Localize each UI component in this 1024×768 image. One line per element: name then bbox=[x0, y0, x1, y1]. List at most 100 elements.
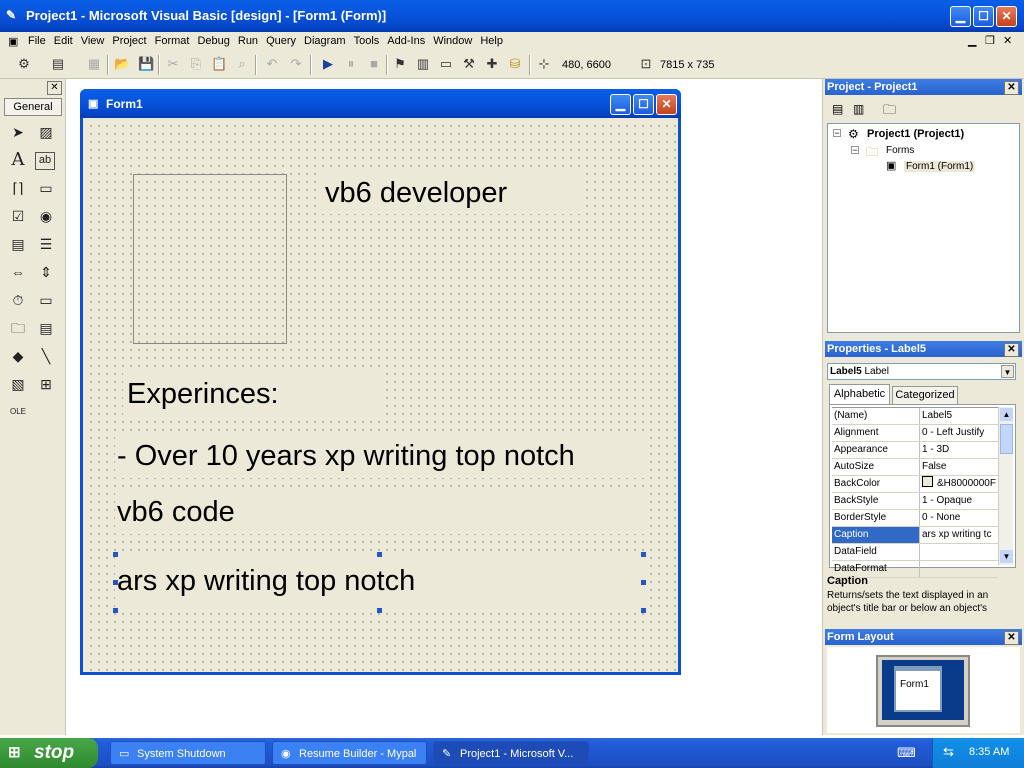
tab-categorized[interactable]: Categorized bbox=[892, 386, 958, 404]
resize-handle-mr[interactable] bbox=[641, 580, 646, 585]
resize-handle-ml[interactable] bbox=[113, 580, 118, 585]
resize-handle-tl[interactable] bbox=[113, 552, 118, 557]
properties-panel-close-button[interactable]: ✕ bbox=[1004, 343, 1019, 357]
redo-icon[interactable]: ↷ bbox=[288, 56, 304, 72]
view-code-icon[interactable]: ▤ bbox=[832, 102, 843, 116]
property-value[interactable] bbox=[920, 544, 998, 560]
task-system-shutdown[interactable]: ▭ System Shutdown bbox=[110, 741, 266, 765]
form-layout-close-button[interactable]: ✕ bbox=[1004, 631, 1019, 645]
clock[interactable]: 8:35 AM bbox=[969, 746, 1009, 758]
task-resume-builder[interactable]: ◉ Resume Builder - Mypal bbox=[272, 741, 427, 765]
timer-icon[interactable]: ⏱ bbox=[7, 289, 29, 311]
property-row-backstyle[interactable]: BackStyle 1 - Opaque bbox=[832, 493, 998, 510]
line-icon[interactable]: ╲ bbox=[35, 345, 57, 367]
keyboard-icon[interactable]: ⌨ bbox=[897, 745, 916, 761]
add-form-icon[interactable]: ▤ bbox=[50, 56, 66, 72]
commandbutton-icon[interactable]: ▭ bbox=[35, 177, 57, 199]
pointer-icon[interactable]: ➤ bbox=[7, 121, 29, 143]
cut-icon[interactable]: ✂ bbox=[165, 56, 181, 72]
property-value[interactable]: 1 - 3D bbox=[920, 442, 998, 458]
form-doc-icon[interactable]: ▣ bbox=[8, 35, 18, 48]
menu-view[interactable]: View bbox=[81, 35, 105, 47]
break-icon[interactable]: ⏸ bbox=[343, 56, 359, 72]
save-project-icon[interactable]: 💾 bbox=[138, 56, 154, 72]
project-explorer-icon[interactable]: ⚑ bbox=[392, 56, 408, 72]
resize-handle-tm[interactable] bbox=[377, 552, 382, 557]
properties-window-icon[interactable]: ▥ bbox=[415, 56, 431, 72]
optionbutton-icon[interactable]: ◉ bbox=[35, 205, 57, 227]
open-project-icon[interactable]: 📂 bbox=[114, 56, 130, 72]
menu-run[interactable]: Run bbox=[238, 35, 258, 47]
tree-collapse-icon[interactable]: − bbox=[833, 129, 841, 138]
object-selector[interactable]: Label5 Label ▼ bbox=[827, 363, 1016, 380]
add-project-icon[interactable]: ⚙ bbox=[16, 56, 32, 72]
property-row-backcolor[interactable]: BackColor &H8000000F bbox=[832, 476, 998, 493]
textbox-icon[interactable]: ab bbox=[35, 152, 55, 170]
menu-window[interactable]: Window bbox=[433, 35, 472, 47]
label-heading[interactable]: Experinces: bbox=[123, 371, 383, 417]
tree-forms-folder[interactable]: Forms bbox=[886, 145, 914, 156]
undo-icon[interactable]: ↶ bbox=[264, 56, 280, 72]
mdi-close-icon[interactable]: ✕ bbox=[1003, 34, 1012, 47]
tree-form1[interactable]: Form1 (Form1) bbox=[904, 161, 976, 172]
frame-icon[interactable]: ⌈⌉ bbox=[7, 177, 29, 199]
menu-query[interactable]: Query bbox=[266, 35, 296, 47]
listbox-icon[interactable]: ☰ bbox=[35, 233, 57, 255]
menu-file[interactable]: File bbox=[28, 35, 46, 47]
end-icon[interactable]: ■ bbox=[366, 56, 382, 72]
menu-project[interactable]: Project bbox=[112, 35, 146, 47]
filelistbox-icon[interactable]: ▤ bbox=[35, 317, 57, 339]
menu-help[interactable]: Help bbox=[480, 35, 503, 47]
property-value[interactable]: 0 - None bbox=[920, 510, 998, 526]
property-value[interactable]: 1 - Opaque bbox=[920, 493, 998, 509]
picture-box[interactable] bbox=[133, 174, 287, 344]
shape-icon[interactable]: ◆ bbox=[7, 345, 29, 367]
property-value[interactable]: &H8000000F bbox=[920, 476, 998, 492]
form-minimize-button[interactable]: ▁ bbox=[610, 94, 631, 115]
project-panel-close-button[interactable]: ✕ bbox=[1004, 81, 1019, 95]
property-row-autosize[interactable]: AutoSize False bbox=[832, 459, 998, 476]
toggle-folders-icon[interactable]: 🗀 bbox=[883, 101, 896, 123]
ole-icon[interactable]: OLE bbox=[7, 401, 29, 423]
hscrollbar-icon[interactable]: ⇔ bbox=[7, 261, 29, 283]
property-row-appearance[interactable]: Appearance 1 - 3D bbox=[832, 442, 998, 459]
toolbox-close-button[interactable]: ✕ bbox=[47, 81, 62, 95]
checkbox-icon[interactable]: ☑ bbox=[7, 205, 29, 227]
label-experience-line1[interactable]: - Over 10 years xp writing top notch bbox=[115, 434, 645, 478]
label-name[interactable]: vb6 developer bbox=[321, 172, 583, 214]
maximize-button[interactable]: ☐ bbox=[973, 6, 994, 27]
toolbox-icon[interactable]: ✚ bbox=[484, 56, 500, 72]
tab-alphabetic[interactable]: Alphabetic bbox=[829, 384, 890, 404]
vscrollbar-icon[interactable]: ⇕ bbox=[35, 261, 57, 283]
label-icon[interactable]: A bbox=[7, 149, 29, 171]
form-close-button[interactable]: ✕ bbox=[656, 94, 677, 115]
view-object-icon[interactable]: ▥ bbox=[853, 102, 864, 116]
form-layout-icon[interactable]: ▭ bbox=[438, 56, 454, 72]
form-layout-panel-title[interactable]: Form Layout ✕ bbox=[825, 629, 1022, 645]
property-value[interactable]: ars xp writing tc bbox=[920, 527, 998, 543]
property-value[interactable]: False bbox=[920, 459, 998, 475]
find-icon[interactable]: ⌕ bbox=[234, 56, 250, 72]
combobox-icon[interactable]: ▤ bbox=[7, 233, 29, 255]
form-maximize-button[interactable]: ☐ bbox=[633, 94, 654, 115]
dirlistbox-icon[interactable]: 🗀 bbox=[7, 317, 29, 339]
picturebox-icon[interactable]: ▨ bbox=[35, 121, 57, 143]
menu-add-ins[interactable]: Add-Ins bbox=[387, 35, 425, 47]
property-row-name[interactable]: (Name) Label5 bbox=[832, 408, 998, 425]
toolbox-tab-general[interactable]: General bbox=[4, 98, 62, 116]
property-row-datafield[interactable]: DataField bbox=[832, 544, 998, 561]
start-icon[interactable]: ▶ bbox=[320, 56, 336, 72]
tree-folder-collapse-icon[interactable]: − bbox=[851, 146, 859, 155]
menu-format[interactable]: Format bbox=[155, 35, 190, 47]
form-title-bar[interactable]: ▣ Form1 ▁ ☐ ✕ bbox=[80, 89, 681, 118]
project-panel-title[interactable]: Project - Project1 ✕ bbox=[825, 79, 1022, 95]
scroll-thumb[interactable] bbox=[1000, 424, 1013, 454]
scroll-down-icon[interactable]: ▼ bbox=[1000, 550, 1013, 563]
tree-project[interactable]: Project1 (Project1) bbox=[867, 128, 964, 140]
mdi-restore-icon[interactable]: ❐ bbox=[985, 34, 995, 47]
label5-selected[interactable]: ars xp writing top notch bbox=[115, 554, 645, 612]
property-grid-scrollbar[interactable]: ▲ ▼ bbox=[998, 407, 1013, 565]
property-row-borderstyle[interactable]: BorderStyle 0 - None bbox=[832, 510, 998, 527]
scroll-up-icon[interactable]: ▲ bbox=[1000, 408, 1013, 421]
resize-handle-bm[interactable] bbox=[377, 608, 382, 613]
